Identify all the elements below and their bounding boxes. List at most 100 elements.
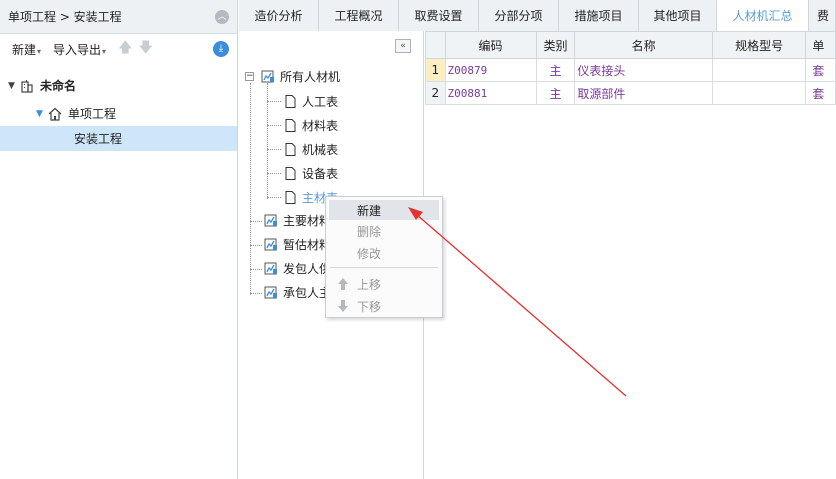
cell-code[interactable]: Z00879 (444, 58, 537, 82)
cell-code[interactable]: Z00881 (444, 81, 537, 105)
move-up-icon[interactable]: 🡅 (118, 37, 132, 61)
tab-label: 其他项目 (653, 9, 702, 23)
tree-line (267, 173, 281, 174)
home-icon (48, 107, 62, 121)
cell-unit[interactable]: 套 (805, 81, 836, 105)
tree-label: 发包人供 (283, 261, 332, 276)
tree-item-equipment[interactable]: 设备表 (285, 163, 338, 183)
menu-separator (330, 267, 438, 268)
new-dropdown-button[interactable]: 新建▾ (12, 41, 41, 58)
document-icon (285, 94, 296, 108)
column-header-code[interactable]: 编码 (444, 31, 537, 59)
tree-item-all-materials[interactable]: − 所有人材机 (245, 66, 340, 86)
chart-folder-icon (264, 238, 277, 251)
building-icon (21, 79, 33, 93)
project-tree-item-install[interactable]: 安装工程 (0, 126, 237, 151)
single-project-label: 单项工程 (68, 107, 117, 121)
document-icon (285, 166, 296, 180)
column-header-category[interactable]: 类别 (535, 31, 576, 59)
new-label: 新建 (12, 42, 37, 57)
tree-label: 承包人主 (283, 285, 332, 300)
tab-label: 造价分析 (254, 9, 303, 23)
context-menu: 新建 删除 修改 上移 下移 (325, 196, 443, 318)
breadcrumb: 单项工程 > 安装工程 (8, 10, 122, 24)
tree-label: 机械表 (302, 142, 339, 157)
project-tree-root[interactable]: ▼ 未命名 (0, 73, 237, 98)
tree-line (250, 293, 262, 294)
cell-name[interactable]: 取源部件 (574, 81, 713, 105)
tree-label: 所有人材机 (280, 69, 341, 84)
menu-item-modify[interactable]: 修改 (329, 243, 439, 263)
project-toolbar: 新建▾ 导入导出▾ 🡅 🡇 ⤓ (0, 34, 237, 64)
document-icon (285, 142, 296, 156)
install-project-label: 安装工程 (74, 132, 123, 146)
caret-down-icon: ▾ (102, 46, 107, 56)
menu-label: 新建 (357, 203, 382, 218)
arrow-up-icon (338, 278, 348, 290)
tree-item-machinery[interactable]: 机械表 (285, 139, 338, 159)
tree-label: 人工表 (302, 94, 339, 109)
import-export-dropdown-button[interactable]: 导入导出▾ (53, 41, 106, 58)
cell-spec[interactable] (711, 81, 807, 105)
move-down-icon[interactable]: 🡇 (138, 37, 152, 61)
tree-label: 材料表 (302, 118, 339, 133)
tree-line (250, 245, 262, 246)
tab-fee-summary[interactable]: 费 (809, 0, 836, 31)
tree-item-employer-supplied[interactable]: 发包人供 (264, 258, 331, 278)
cell-name[interactable]: 仪表接头 (574, 58, 713, 82)
chart-folder-icon (264, 262, 277, 275)
caret-down-icon: ▾ (37, 46, 42, 56)
download-icon[interactable]: ⤓ (213, 41, 229, 57)
tree-item-contractor-main[interactable]: 承包人主 (264, 282, 331, 302)
import-export-label: 导入导出 (53, 42, 102, 57)
collapse-left-icon[interactable]: « (395, 39, 411, 53)
cell-spec[interactable] (711, 58, 807, 82)
module-tabs: 造价分析 工程概况 取费设置 分部分项 措施项目 其他项目 人材机汇总 费 (239, 0, 836, 31)
menu-item-move-up[interactable]: 上移 (329, 274, 439, 294)
row-number: 1 (425, 58, 446, 82)
tab-other-items[interactable]: 其他项目 (639, 0, 717, 31)
tab-measures[interactable]: 措施项目 (559, 0, 639, 31)
tab-fee-settings[interactable]: 取费设置 (399, 0, 479, 31)
tree-item-labor[interactable]: 人工表 (285, 91, 338, 111)
chart-folder-icon (261, 70, 274, 83)
tree-line (250, 269, 262, 270)
tree-line (267, 149, 281, 150)
document-icon (285, 190, 296, 204)
collapse-up-icon[interactable]: ︿ (215, 10, 229, 24)
tree-line (267, 197, 281, 198)
arrow-down-icon (338, 300, 348, 312)
tab-labor-material-summary[interactable]: 人材机汇总 (717, 0, 809, 31)
column-header-name[interactable]: 名称 (574, 31, 713, 59)
material-grid: 编码 类别 名称 规格型号 单 1 Z00879 主 仪表接头 套 2 Z008… (425, 31, 836, 479)
table-header-row: 编码 类别 名称 规格型号 单 (425, 31, 836, 59)
menu-item-new[interactable]: 新建 (329, 200, 439, 220)
table-row[interactable]: 1 Z00879 主 仪表接头 套 (425, 58, 836, 82)
tab-label: 取费设置 (414, 9, 463, 23)
chart-folder-icon (264, 214, 277, 227)
table-row[interactable]: 2 Z00881 主 取源部件 套 (425, 81, 836, 105)
cell-category[interactable]: 主 (535, 81, 576, 105)
collapse-minus-icon[interactable]: − (245, 71, 254, 81)
tree-label: 主要材料 (283, 213, 332, 228)
expanded-triangle-icon[interactable]: ▼ (36, 109, 48, 119)
cell-unit[interactable]: 套 (805, 58, 836, 82)
tree-item-materials[interactable]: 材料表 (285, 115, 338, 135)
project-tree-item-single[interactable]: ▼ 单项工程 (0, 101, 237, 126)
cell-category[interactable]: 主 (535, 58, 576, 82)
chart-folder-icon (264, 286, 277, 299)
menu-label: 上移 (357, 277, 382, 292)
column-header-unit[interactable]: 单 (805, 31, 836, 59)
tab-cost-analysis[interactable]: 造价分析 (239, 0, 319, 31)
tree-item-provisional-materials[interactable]: 暂估材料 (264, 234, 331, 254)
menu-item-move-down[interactable]: 下移 (329, 296, 439, 316)
menu-item-delete[interactable]: 删除 (329, 221, 439, 241)
tree-line (250, 221, 262, 222)
tab-sub-items[interactable]: 分部分项 (479, 0, 559, 31)
column-header-spec[interactable]: 规格型号 (711, 31, 807, 59)
tree-line (267, 101, 281, 102)
tab-project-overview[interactable]: 工程概况 (319, 0, 399, 31)
tree-item-key-materials[interactable]: 主要材料 (264, 210, 331, 230)
expanded-triangle-icon[interactable]: ▼ (8, 81, 20, 91)
row-number-header (425, 31, 446, 59)
